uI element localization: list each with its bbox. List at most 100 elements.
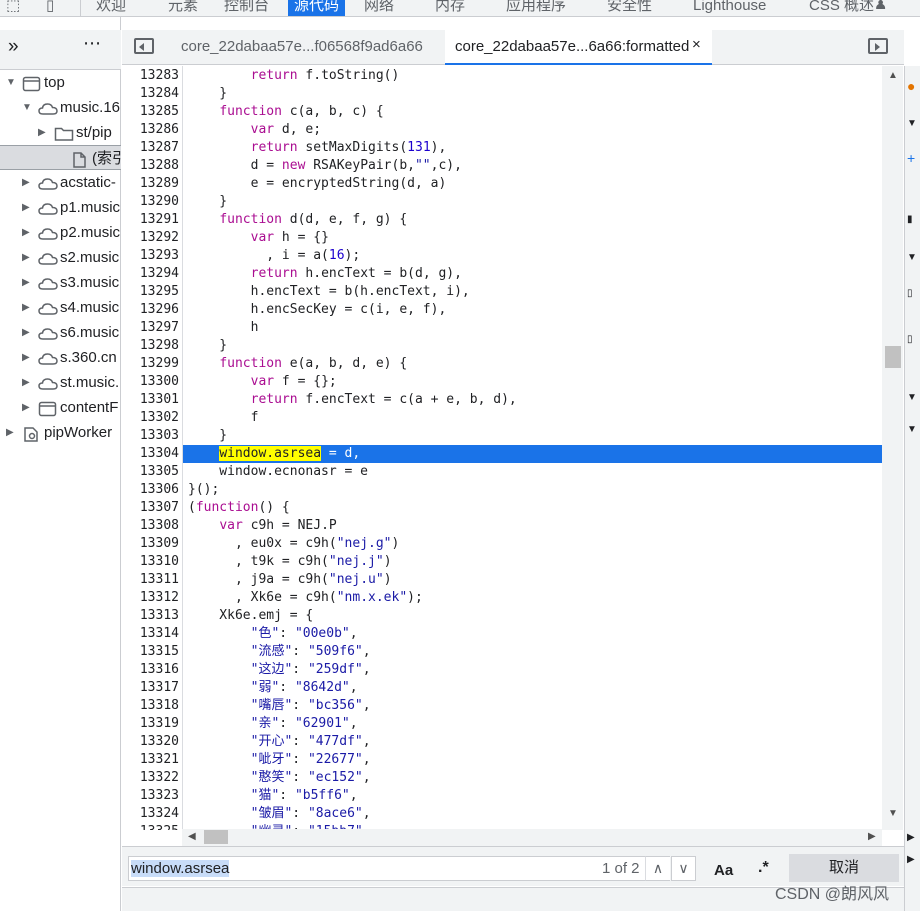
line-number[interactable]: 13297 bbox=[122, 319, 179, 337]
tree-item[interactable]: ▶ s.360.cn bbox=[0, 345, 121, 370]
more-options-button[interactable]: ⋯ bbox=[83, 33, 102, 54]
collapse-arrow-icon[interactable]: ▶ bbox=[907, 854, 915, 865]
line-number[interactable]: 13289 bbox=[122, 175, 179, 193]
tree-item[interactable]: (索引) bbox=[0, 145, 121, 170]
line-number[interactable]: 13288 bbox=[122, 157, 179, 175]
checkbox-icon[interactable]: ▯ bbox=[907, 288, 913, 299]
line-number[interactable]: 13300 bbox=[122, 373, 179, 391]
line-number[interactable]: 13307 bbox=[122, 499, 179, 517]
next-match-button[interactable]: ∨ bbox=[671, 856, 696, 881]
line-number[interactable]: 13318 bbox=[122, 697, 179, 715]
tree-item[interactable]: ▶ pipWorker bbox=[0, 420, 121, 445]
line-number[interactable]: 13298 bbox=[122, 337, 179, 355]
expanded-arrow-icon[interactable]: ▼ bbox=[6, 70, 16, 95]
line-number[interactable]: 13317 bbox=[122, 679, 179, 697]
line-number[interactable]: 13295 bbox=[122, 283, 179, 301]
toggle-debugger-sidebar-icon[interactable] bbox=[868, 38, 888, 54]
devtools-tab[interactable]: 网络 bbox=[364, 0, 394, 16]
inspect-element-icon[interactable]: ⬚ bbox=[6, 0, 28, 15]
collapsed-arrow-icon[interactable]: ▶ bbox=[22, 395, 30, 420]
line-number[interactable]: 13299 bbox=[122, 355, 179, 373]
scroll-down-icon[interactable]: ▼ bbox=[888, 808, 898, 819]
expand-section-icon[interactable]: ▼ bbox=[907, 118, 917, 129]
collapsed-arrow-icon[interactable]: ▶ bbox=[22, 345, 30, 370]
line-number[interactable]: 13313 bbox=[122, 607, 179, 625]
line-number[interactable]: 13296 bbox=[122, 301, 179, 319]
line-number[interactable]: 13287 bbox=[122, 139, 179, 157]
collapsed-arrow-icon[interactable]: ▶ bbox=[22, 195, 30, 220]
line-number[interactable]: 13319 bbox=[122, 715, 179, 733]
tree-item[interactable]: ▶ st/pip bbox=[0, 120, 121, 145]
match-case-button[interactable]: Aa bbox=[714, 862, 733, 879]
tree-item[interactable]: ▶ s3.music bbox=[0, 270, 121, 295]
devtools-tab[interactable]: 源代码 bbox=[288, 0, 346, 16]
tree-item[interactable]: ▶ s4.music bbox=[0, 295, 121, 320]
collapse-arrow-icon[interactable]: ▶ bbox=[907, 832, 915, 843]
horizontal-scrollbar-thumb[interactable] bbox=[204, 830, 228, 844]
collapsed-arrow-icon[interactable]: ▶ bbox=[22, 295, 30, 320]
devtools-tab[interactable]: Lighthouse bbox=[693, 0, 766, 16]
vertical-scrollbar-thumb[interactable] bbox=[885, 346, 901, 368]
line-number[interactable]: 13325 bbox=[122, 823, 179, 830]
line-number[interactable]: 13302 bbox=[122, 409, 179, 427]
editor-tab-formatted[interactable]: core_22dabaa57e...6a66:formatted bbox=[445, 30, 712, 65]
line-number[interactable]: 13320 bbox=[122, 733, 179, 751]
line-number[interactable]: 13323 bbox=[122, 787, 179, 805]
code-editor[interactable]: 13283 13284 13285 13286 13287 13288 13289 13290… bbox=[122, 66, 882, 830]
line-number[interactable]: 13324 bbox=[122, 805, 179, 823]
line-number[interactable]: 13305 bbox=[122, 463, 179, 481]
section-toggle-icon[interactable]: ▮ bbox=[907, 214, 913, 225]
toggle-navigator-icon[interactable] bbox=[134, 38, 154, 54]
add-watch-icon[interactable]: + bbox=[907, 150, 915, 166]
previous-match-button[interactable]: ∧ bbox=[645, 856, 670, 881]
line-number[interactable]: 13311 bbox=[122, 571, 179, 589]
checkbox-icon[interactable]: ▯ bbox=[907, 334, 913, 345]
line-number[interactable]: 13321 bbox=[122, 751, 179, 769]
devtools-tab[interactable]: 欢迎 bbox=[96, 0, 126, 16]
line-number[interactable]: 13322 bbox=[122, 769, 179, 787]
tree-item[interactable]: ▶ p2.music bbox=[0, 220, 121, 245]
collapsed-arrow-icon[interactable]: ▶ bbox=[22, 370, 30, 395]
person-icon[interactable]: ♟ bbox=[874, 0, 896, 14]
devtools-tab[interactable]: 元素 bbox=[168, 0, 198, 16]
tree-item[interactable]: ▶ s6.music bbox=[0, 320, 121, 345]
devtools-tab[interactable]: CSS 概述 bbox=[809, 0, 874, 16]
tree-item[interactable]: ▶ s2.music bbox=[0, 245, 121, 270]
line-number[interactable]: 13294 bbox=[122, 265, 179, 283]
device-toolbar-icon[interactable]: ▯ bbox=[46, 0, 68, 15]
line-number[interactable]: 13284 bbox=[122, 85, 179, 103]
close-tab-icon[interactable]: × bbox=[692, 36, 701, 53]
collapsed-arrow-icon[interactable]: ▶ bbox=[6, 420, 14, 445]
collapsed-arrow-icon[interactable]: ▶ bbox=[22, 320, 30, 345]
devtools-tab[interactable]: 内存 bbox=[435, 0, 465, 16]
line-number[interactable]: 13286 bbox=[122, 121, 179, 139]
line-number[interactable]: 13315 bbox=[122, 643, 179, 661]
line-number[interactable]: 13285 bbox=[122, 103, 179, 121]
line-number[interactable]: 13312 bbox=[122, 589, 179, 607]
scroll-up-icon[interactable]: ▲ bbox=[888, 70, 898, 81]
tree-item[interactable]: ▶ st.music. bbox=[0, 370, 121, 395]
expand-section-icon[interactable]: ▼ bbox=[907, 252, 917, 263]
collapsed-arrow-icon[interactable]: ▶ bbox=[22, 170, 30, 195]
tree-item[interactable]: ▼ top bbox=[0, 70, 121, 95]
devtools-tab[interactable]: 应用程序 bbox=[506, 0, 566, 16]
more-tabs-button[interactable]: » bbox=[8, 36, 19, 58]
line-number[interactable]: 13290 bbox=[122, 193, 179, 211]
editor-tab-minified[interactable]: core_22dabaa57e...f06568f9ad6a66 bbox=[181, 30, 423, 65]
line-number[interactable]: 13310 bbox=[122, 553, 179, 571]
collapsed-arrow-icon[interactable]: ▶ bbox=[22, 270, 30, 295]
line-number[interactable]: 13316 bbox=[122, 661, 179, 679]
devtools-tab[interactable]: 安全性 bbox=[607, 0, 652, 16]
collapsed-arrow-icon[interactable]: ▶ bbox=[22, 245, 30, 270]
collapsed-arrow-icon[interactable]: ▶ bbox=[38, 120, 46, 145]
expand-section-icon[interactable]: ▼ bbox=[907, 424, 917, 435]
tree-item[interactable]: ▶ p1.music bbox=[0, 195, 121, 220]
line-number[interactable]: 13308 bbox=[122, 517, 179, 535]
regex-button[interactable]: .* bbox=[758, 859, 769, 877]
line-number[interactable]: 13303 bbox=[122, 427, 179, 445]
tree-item[interactable]: ▼ music.16 bbox=[0, 95, 121, 120]
horizontal-scrollbar[interactable]: ◀ ▶ bbox=[182, 829, 882, 846]
line-number[interactable]: 13293 bbox=[122, 247, 179, 265]
line-number[interactable]: 13301 bbox=[122, 391, 179, 409]
vertical-scrollbar[interactable]: ▲ ▼ bbox=[882, 66, 903, 830]
